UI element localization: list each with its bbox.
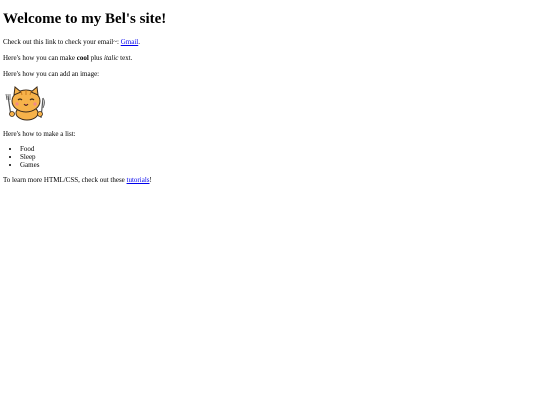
page-content: Welcome to my Bel's site! Check out this… [0, 0, 540, 197]
cartoon-cat-icon [5, 86, 45, 121]
email-line-suffix: . [138, 38, 140, 46]
tutorial-line-prefix: To learn more HTML/CSS, check out these [3, 176, 127, 185]
page-title: Welcome to my Bel's site! [3, 11, 167, 27]
style-line-suffix: text. [118, 54, 133, 63]
bold-text: cool [76, 54, 89, 63]
style-paragraph: Here's how you can make cool plus italic… [3, 54, 537, 63]
bullet-list: Food Sleep Games [3, 146, 537, 169]
list-item: Sleep [20, 153, 537, 162]
list-paragraph: Here's how to make a list: [3, 130, 76, 139]
image-paragraph: Here's how you can add an image: [3, 70, 100, 79]
gmail-link[interactable]: Gmail [121, 38, 139, 46]
style-line-prefix: Here's how you can make [3, 54, 77, 63]
list-item: Games [20, 161, 537, 170]
list-item: Food [20, 146, 537, 154]
style-line-middle: plus [88, 54, 104, 63]
cat-image [3, 86, 537, 122]
tutorial-line-suffix: ! [149, 176, 152, 185]
tutorial-paragraph: To learn more HTML/CSS, check out these … [3, 176, 537, 185]
italic-text: italic [104, 54, 119, 63]
tutorials-link[interactable]: tutorials [127, 176, 150, 184]
email-line-prefix: Check out this link to check your email~… [3, 38, 121, 46]
email-paragraph: Check out this link to check your email~… [3, 38, 537, 47]
